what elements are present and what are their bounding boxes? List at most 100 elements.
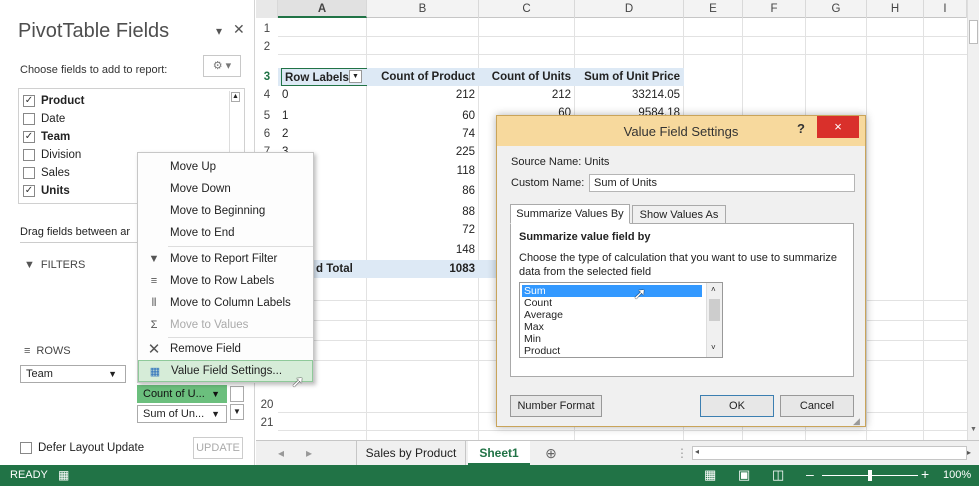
tab-show-values-as[interactable]: Show Values As bbox=[632, 205, 726, 225]
menu-move-to-row-labels[interactable]: ≡ Move to Row Labels bbox=[138, 270, 313, 292]
tab-scroll-left-icon[interactable]: ◂ bbox=[274, 441, 288, 465]
value-cell[interactable]: 225 bbox=[367, 143, 479, 161]
page-layout-view-icon[interactable]: ▣ bbox=[738, 467, 750, 483]
tab-split-icon[interactable]: ⋮ bbox=[676, 441, 688, 465]
value-cell[interactable]: 148 bbox=[367, 241, 479, 259]
header-cell[interactable]: Sum of Unit Price bbox=[575, 68, 684, 86]
checkbox-icon[interactable]: ✓ bbox=[23, 131, 35, 143]
column-header[interactable]: H bbox=[867, 0, 924, 18]
list-item[interactable]: Average bbox=[522, 309, 702, 321]
menu-move-to-end[interactable]: Move to End bbox=[138, 222, 313, 244]
field-division[interactable]: Division bbox=[23, 146, 81, 164]
field-product[interactable]: ✓ Product bbox=[23, 92, 84, 110]
grand-total-value[interactable]: 1083 bbox=[367, 260, 479, 278]
row-number[interactable]: 3 bbox=[256, 68, 278, 86]
column-header[interactable]: D bbox=[575, 0, 684, 18]
menu-move-to-column-labels[interactable]: ⦀ Move to Column Labels bbox=[138, 292, 313, 314]
checkbox-icon[interactable] bbox=[23, 113, 35, 125]
value-cell[interactable]: 212 bbox=[479, 86, 575, 104]
cancel-button[interactable]: Cancel bbox=[780, 395, 854, 417]
column-header[interactable]: I bbox=[924, 0, 967, 18]
zoom-out-icon[interactable]: – bbox=[806, 466, 814, 482]
help-icon[interactable]: ? bbox=[797, 121, 805, 136]
values-pill-btn[interactable] bbox=[230, 386, 244, 402]
scroll-up-icon[interactable]: ˄ bbox=[711, 285, 716, 294]
normal-view-icon[interactable]: ▦ bbox=[704, 467, 716, 483]
row-label-cell[interactable]: 1 bbox=[282, 107, 362, 125]
macro-record-icon[interactable]: ▦ bbox=[58, 468, 69, 482]
row-number[interactable]: 6 bbox=[256, 125, 278, 143]
defer-layout-checkbox[interactable]: Defer Layout Update bbox=[20, 442, 144, 454]
value-cell[interactable]: 72 bbox=[367, 221, 479, 239]
checkbox-icon[interactable]: ✓ bbox=[23, 95, 35, 107]
list-scrollbar[interactable]: ˄ ˅ bbox=[706, 283, 722, 357]
zoom-level[interactable]: 100% bbox=[943, 469, 971, 481]
menu-move-down[interactable]: Move Down bbox=[138, 178, 313, 200]
list-item[interactable]: Count bbox=[522, 297, 702, 309]
zoom-in-icon[interactable]: + bbox=[921, 466, 929, 482]
list-item[interactable]: Product bbox=[522, 345, 702, 356]
column-header[interactable]: F bbox=[743, 0, 806, 18]
value-cell[interactable]: 212 bbox=[367, 86, 479, 104]
row-label-cell[interactable]: 2 bbox=[282, 125, 362, 143]
checkbox-icon[interactable]: ✓ bbox=[23, 185, 35, 197]
list-item[interactable]: Sum bbox=[522, 285, 702, 297]
menu-move-to-report-filter[interactable]: ▼ Move to Report Filter bbox=[138, 248, 313, 270]
field-team[interactable]: ✓ Team bbox=[23, 128, 70, 146]
value-cell[interactable]: 88 bbox=[367, 203, 479, 221]
scroll-left-icon[interactable]: ◂ bbox=[695, 447, 699, 456]
scroll-right-icon[interactable]: ▸ bbox=[967, 446, 979, 460]
menu-value-field-settings[interactable]: ▦ Value Field Settings... bbox=[138, 360, 313, 382]
scroll-down-icon[interactable]: ˅ bbox=[711, 343, 716, 352]
header-cell[interactable]: Count of Product bbox=[367, 68, 479, 86]
filter-dropdown-icon[interactable]: ▼ bbox=[349, 70, 362, 83]
value-cell[interactable]: 118 bbox=[367, 162, 479, 180]
sheet-tab-sales-by-product[interactable]: Sales by Product bbox=[356, 441, 466, 465]
calculation-listbox[interactable]: Sum Count Average Max Min Product ˄ ˅ bbox=[519, 282, 723, 358]
tab-scroll-right-icon[interactable]: ▸ bbox=[302, 441, 316, 465]
row-number[interactable]: 4 bbox=[256, 86, 278, 104]
pane-dropdown-icon[interactable]: ▾ bbox=[216, 24, 222, 38]
menu-move-up[interactable]: Move Up bbox=[138, 156, 313, 178]
column-header[interactable]: A bbox=[278, 0, 367, 18]
row-number[interactable]: 1 bbox=[256, 20, 278, 38]
scroll-down-icon[interactable]: ▼ bbox=[230, 404, 244, 420]
close-icon[interactable]: ✕ bbox=[233, 21, 245, 38]
column-header[interactable]: C bbox=[479, 0, 575, 18]
gear-icon[interactable]: ⚙ ▾ bbox=[203, 55, 241, 77]
tab-summarize-values-by[interactable]: Summarize Values By bbox=[510, 204, 630, 224]
menu-move-to-beginning[interactable]: Move to Beginning bbox=[138, 200, 313, 222]
select-all-corner[interactable] bbox=[256, 0, 278, 18]
row-number[interactable]: 20 bbox=[256, 396, 278, 414]
row-number[interactable]: 5 bbox=[256, 107, 278, 125]
menu-remove-field[interactable]: ✕ Remove Field bbox=[138, 338, 313, 360]
column-header[interactable]: G bbox=[806, 0, 867, 18]
list-item[interactable]: Min bbox=[522, 333, 702, 345]
field-date[interactable]: Date bbox=[23, 110, 65, 128]
sheet-vscroll[interactable]: ▼ bbox=[967, 0, 979, 440]
scroll-thumb[interactable] bbox=[969, 20, 978, 44]
row-number[interactable]: 2 bbox=[256, 38, 278, 56]
resize-grip-icon[interactable]: ◢ bbox=[853, 416, 860, 427]
zoom-slider-thumb[interactable] bbox=[868, 470, 872, 481]
scroll-up-icon[interactable]: ▲ bbox=[231, 92, 240, 102]
add-sheet-icon[interactable]: ⊕ bbox=[541, 441, 561, 465]
number-format-button[interactable]: Number Format bbox=[510, 395, 602, 417]
values-pill-count[interactable]: Count of U... ▼ bbox=[137, 385, 227, 403]
ok-button[interactable]: OK bbox=[700, 395, 774, 417]
chevron-down-icon[interactable]: ▼ bbox=[211, 389, 220, 399]
chevron-down-icon[interactable]: ▼ bbox=[211, 409, 220, 419]
rows-pill-team[interactable]: Team ▼ bbox=[20, 365, 126, 383]
checkbox-icon[interactable] bbox=[23, 149, 35, 161]
page-break-view-icon[interactable]: ◫ bbox=[772, 467, 784, 483]
sheet-tab-sheet1[interactable]: Sheet1 bbox=[468, 441, 530, 465]
chevron-down-icon[interactable]: ▼ bbox=[108, 369, 117, 379]
checkbox-icon[interactable] bbox=[23, 167, 35, 179]
field-units[interactable]: ✓ Units bbox=[23, 182, 70, 200]
value-cell[interactable]: 86 bbox=[367, 182, 479, 200]
value-cell[interactable]: 74 bbox=[367, 125, 479, 143]
column-header[interactable]: E bbox=[684, 0, 743, 18]
row-number[interactable]: 21 bbox=[256, 414, 278, 432]
value-cell[interactable]: 33214.05 bbox=[575, 86, 684, 104]
close-button[interactable]: × bbox=[817, 116, 859, 138]
